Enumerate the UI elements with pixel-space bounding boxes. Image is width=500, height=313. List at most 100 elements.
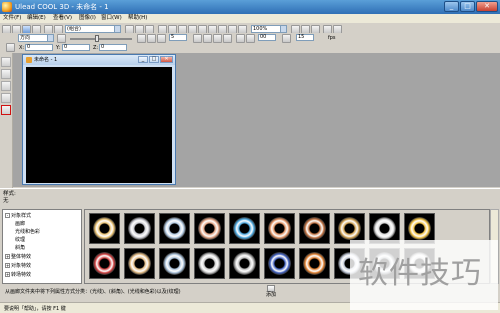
ping-pong-icon[interactable]: [246, 34, 255, 43]
status-text: 要说明「帮助」，请按 F1 键: [4, 306, 66, 312]
tree-item-gallery[interactable]: 画廊: [15, 221, 25, 227]
x-field[interactable]: 0: [25, 44, 53, 51]
timeline-slider[interactable]: [70, 38, 132, 40]
document-icon: [26, 57, 32, 63]
prev-key-icon[interactable]: [137, 34, 146, 43]
play-icon[interactable]: [193, 34, 202, 43]
add-key-icon[interactable]: [57, 34, 66, 43]
menu-window[interactable]: 窗口(W): [101, 15, 122, 22]
maximize-button[interactable]: □: [460, 1, 475, 12]
gallery-thumbnail[interactable]: [194, 213, 225, 244]
x-label: X:: [19, 45, 25, 51]
ring-preview-icon: [163, 217, 186, 240]
ring-preview-icon: [303, 217, 326, 240]
document-window: 未命名 - 1 _ □ ✕: [22, 54, 176, 185]
ring-preview-icon: [233, 217, 256, 240]
menu-help[interactable]: 帮助(H): [128, 15, 147, 22]
add-button[interactable]: 添加: [262, 285, 280, 300]
y-field[interactable]: 0: [62, 44, 90, 51]
last-frame-icon[interactable]: [223, 34, 232, 43]
direction-combo[interactable]: 方向: [18, 34, 54, 42]
fps-label: fps: [328, 35, 336, 41]
ring-preview-icon: [408, 217, 431, 240]
watermark-overlay: 软件技巧: [350, 240, 498, 310]
gallery-thumbnail[interactable]: [264, 248, 295, 279]
render-canvas[interactable]: [26, 67, 172, 183]
zoom-combo[interactable]: 100%: [251, 25, 287, 33]
menu-edit[interactable]: 编辑(E): [27, 15, 46, 22]
animation-toolbar: 方向 5 00 15 fps: [0, 33, 500, 43]
shape-tool-icon[interactable]: [1, 81, 11, 91]
menu-view[interactable]: 查看(V): [53, 15, 72, 22]
position-icon[interactable]: [6, 43, 15, 52]
time-spin[interactable]: 00: [258, 34, 276, 41]
text-tool-icon[interactable]: [1, 57, 11, 67]
fps-spin[interactable]: 15: [296, 34, 314, 41]
close-button[interactable]: ✕: [476, 1, 498, 12]
gallery-thumbnail[interactable]: [159, 213, 190, 244]
selected-tool-icon[interactable]: [1, 105, 11, 115]
gallery-thumbnail[interactable]: [124, 213, 155, 244]
gallery-thumbnail[interactable]: [229, 213, 260, 244]
gallery-thumbnail[interactable]: [229, 248, 260, 279]
expand-icon[interactable]: +: [5, 254, 10, 259]
chevron-down-icon: [280, 26, 286, 32]
timeline-slider-thumb[interactable]: [95, 35, 99, 42]
tree-item-light-color[interactable]: 光线和色彩: [15, 229, 40, 235]
watermark-text: 软件技巧: [358, 256, 482, 291]
frame-spin[interactable]: 5: [169, 34, 187, 41]
object-toolbar: [0, 53, 13, 188]
minimize-button[interactable]: _: [444, 1, 459, 12]
doc-maximize-button[interactable]: □: [149, 56, 159, 63]
next-key-icon[interactable]: [147, 34, 156, 43]
add-icon: [267, 285, 275, 292]
stop-icon[interactable]: [203, 34, 212, 43]
y-label: Y:: [56, 45, 61, 51]
timer-icon[interactable]: [282, 34, 291, 43]
gallery-thumbnail[interactable]: [159, 248, 190, 279]
ring-preview-icon: [198, 217, 221, 240]
loop-icon[interactable]: [236, 34, 245, 43]
object-combo[interactable]: (组合): [65, 25, 121, 33]
gallery-thumbnail[interactable]: [124, 248, 155, 279]
z-label: Z:: [93, 45, 99, 51]
expand-icon[interactable]: +: [5, 263, 10, 268]
ring-preview-icon: [338, 217, 361, 240]
ring-preview-icon: [268, 217, 291, 240]
ring-preview-icon: [373, 217, 396, 240]
menu-image[interactable]: 图像(I): [79, 15, 96, 22]
ring-preview-icon: [128, 217, 151, 240]
expand-icon[interactable]: +: [5, 272, 10, 277]
gallery-thumbnail[interactable]: [264, 213, 295, 244]
collapse-icon[interactable]: -: [5, 213, 10, 218]
first-frame-icon[interactable]: [213, 34, 222, 43]
doc-close-button[interactable]: ✕: [160, 56, 173, 63]
ring-preview-icon: [93, 252, 116, 275]
tree-item-object-style[interactable]: - 对象样式: [5, 213, 31, 219]
ring-preview-icon: [163, 252, 186, 275]
gallery-thumbnail[interactable]: [194, 248, 225, 279]
ring-preview-icon: [128, 252, 151, 275]
gallery-thumbnail[interactable]: [299, 248, 330, 279]
tree-item-global-effects[interactable]: + 整体特效: [5, 254, 31, 260]
reverse-icon[interactable]: [157, 34, 166, 43]
gallery-thumbnail[interactable]: [89, 213, 120, 244]
light-tool-icon[interactable]: [1, 93, 11, 103]
z-field[interactable]: 0: [99, 44, 127, 51]
chevron-down-icon: [114, 26, 120, 32]
ring-preview-icon: [303, 252, 326, 275]
properties-bar: 样式: 无: [0, 188, 500, 208]
gallery-thumbnail[interactable]: [89, 248, 120, 279]
menu-file[interactable]: 文件(F): [3, 15, 21, 22]
effects-tree: - 对象样式 画廊 光线和色彩 纹理 斜角 + 整体特效 + 对象特效 + 转场特效: [2, 209, 82, 284]
tree-item-object-effects[interactable]: + 对象特效: [5, 263, 31, 269]
tree-item-transition-effects[interactable]: + 转场特效: [5, 272, 31, 278]
edit-tool-icon[interactable]: [1, 69, 11, 79]
gallery-thumbnail[interactable]: [299, 213, 330, 244]
tree-item-texture[interactable]: 纹理: [15, 237, 25, 243]
doc-minimize-button[interactable]: _: [138, 56, 148, 63]
tree-item-bevel[interactable]: 斜角: [15, 245, 25, 251]
document-title: 未命名 - 1: [34, 57, 58, 63]
position-toolbar: X: 0 Y: 0 Z: 0: [0, 43, 500, 53]
ring-preview-icon: [233, 252, 256, 275]
